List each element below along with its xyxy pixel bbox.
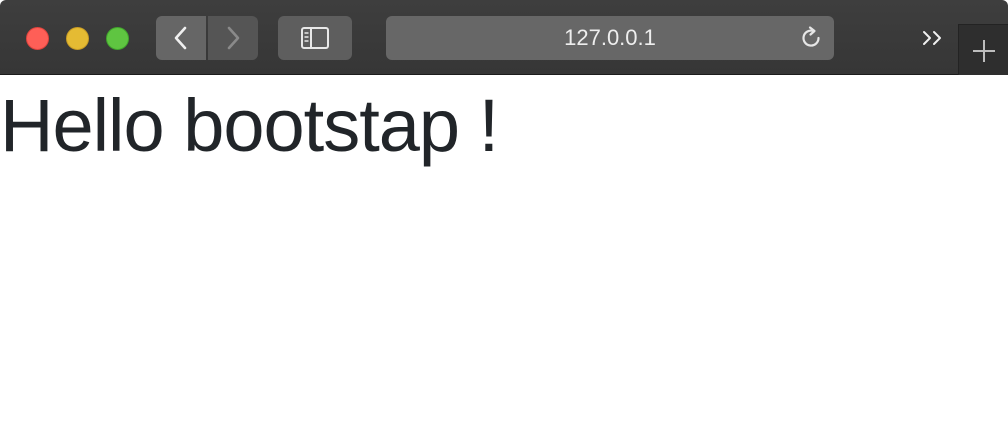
page-content: Hello bootstap ! bbox=[0, 76, 1008, 432]
double-chevron-right-icon[interactable] bbox=[918, 24, 948, 52]
address-bar[interactable]: 127.0.0.1 bbox=[386, 16, 834, 60]
back-button[interactable] bbox=[156, 16, 206, 60]
sidebar-toggle-button[interactable] bbox=[278, 16, 352, 60]
forward-button[interactable] bbox=[208, 16, 258, 60]
page-heading: Hello bootstap ! bbox=[0, 84, 499, 167]
chevron-left-icon bbox=[174, 26, 187, 50]
browser-toolbar: 127.0.0.1 bbox=[0, 0, 1008, 75]
browser-window: 127.0.0.1 Hello bootstap ! bbox=[0, 0, 1008, 432]
close-window-button[interactable] bbox=[26, 27, 49, 50]
chevron-right-icon bbox=[227, 26, 240, 50]
address-text: 127.0.0.1 bbox=[564, 25, 656, 50]
sidebar-icon bbox=[301, 27, 329, 49]
plus-icon bbox=[973, 40, 995, 62]
reload-icon[interactable] bbox=[798, 25, 824, 51]
new-tab-button[interactable] bbox=[958, 24, 1008, 75]
maximize-window-button[interactable] bbox=[106, 27, 129, 50]
minimize-window-button[interactable] bbox=[66, 27, 89, 50]
